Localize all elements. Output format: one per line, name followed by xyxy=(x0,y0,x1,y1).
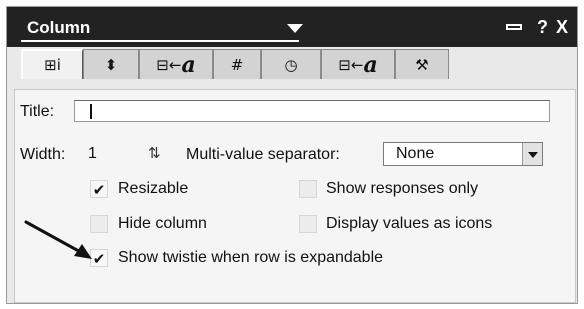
clock-icon: ◷ xyxy=(284,55,298,74)
title-dropdown[interactable]: Column xyxy=(21,16,299,42)
separator-value: None xyxy=(396,145,435,162)
chevron-down-icon[interactable] xyxy=(522,143,542,165)
close-icon[interactable]: X xyxy=(556,17,568,37)
display-values-as-icons-checkbox[interactable] xyxy=(299,215,317,233)
show-responses-only-checkbox[interactable] xyxy=(299,180,317,198)
show-twistie-label: Show twistie when row is expandable xyxy=(118,249,384,266)
tab-advanced[interactable]: ⚒ xyxy=(395,49,449,79)
header-font-icon: ⊟← xyxy=(338,55,364,74)
tab-column-info[interactable]: ⊞ⅰ xyxy=(21,49,83,79)
hide-column-label: Hide column xyxy=(118,215,207,232)
tab-date-time[interactable]: ◷ xyxy=(261,49,321,79)
separator-label: Multi-value separator: xyxy=(186,146,340,163)
tab-column-font[interactable]: ⊟← a xyxy=(139,49,213,79)
display-values-as-icons-label: Display values as icons xyxy=(326,215,493,232)
title-bar[interactable]: Column ? X xyxy=(7,7,577,47)
sort-icon: ⬍ xyxy=(104,55,118,74)
font-letter-icon: a xyxy=(181,51,196,78)
width-label: Width: xyxy=(20,146,66,163)
tab-strip: ⊞ⅰ ⬍ ⊟← a # ◷ ⊟← a ⚒ xyxy=(21,49,449,79)
tab-sorting[interactable]: ⬍ xyxy=(83,49,139,79)
separator-select[interactable]: None xyxy=(383,142,543,166)
resizable-checkbox[interactable]: ✔ xyxy=(90,180,108,199)
width-stepper-icon[interactable]: ⇅ xyxy=(148,144,161,162)
column-info-icon: ⊞ⅰ xyxy=(44,56,61,74)
font-icon: ⊟← xyxy=(156,55,182,74)
advanced-icon: ⚒ xyxy=(415,55,429,74)
title-input[interactable] xyxy=(74,100,550,122)
title-label: Title: xyxy=(20,103,55,120)
pointer-arrow-icon xyxy=(24,220,92,259)
tab-header-font[interactable]: ⊟← a xyxy=(321,49,395,79)
text-cursor xyxy=(90,104,92,119)
tab-number-format[interactable]: # xyxy=(213,49,261,79)
minimize-icon[interactable] xyxy=(506,24,522,30)
resizable-label: Resizable xyxy=(118,180,189,197)
show-responses-only-label: Show responses only xyxy=(326,180,479,197)
header-font-letter-icon: a xyxy=(363,51,378,78)
number-icon: # xyxy=(230,55,244,74)
chevron-down-icon[interactable] xyxy=(287,24,303,33)
help-icon[interactable]: ? xyxy=(537,17,548,37)
